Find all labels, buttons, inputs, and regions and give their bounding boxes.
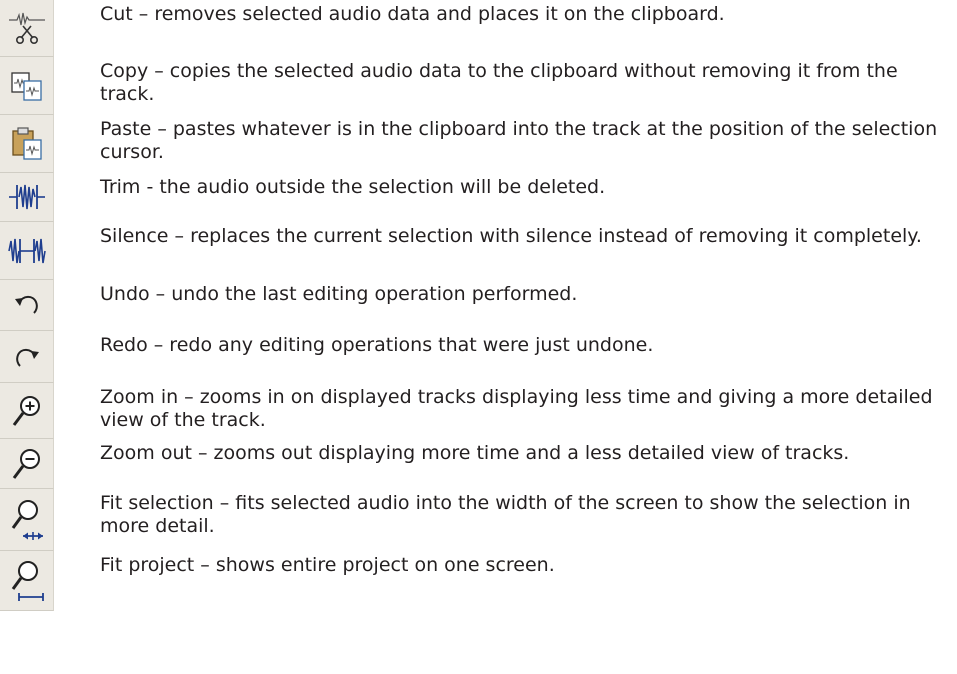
list-item: Copy – copies the selected audio data to… [0,57,957,115]
list-item: Cut – removes selected audio data and pl… [0,0,957,57]
list-item: Redo – redo any editing operations that … [0,331,957,383]
entry-description: Zoom in – zooms in on displayed tracks d… [100,386,933,431]
entry-description: Fit project – shows entire project on on… [100,554,555,576]
trim-icon [0,173,54,222]
fit-project-icon [0,551,54,611]
list-item: Undo – undo the last editing operation p… [0,280,957,331]
list-item: Fit project – shows entire project on on… [0,551,957,611]
entry-description: Silence – replaces the current selection… [100,225,922,247]
entry-description: Paste – pastes whatever is in the clipbo… [100,118,938,163]
list-item: Trim - the audio outside the selection w… [0,173,957,222]
entry-description: Undo – undo the last editing operation p… [100,283,578,305]
zoom-out-icon [0,439,54,489]
redo-icon [0,331,54,383]
cut-icon [0,0,54,57]
entry-description: Fit selection – fits selected audio into… [100,492,911,537]
entry-description: Trim - the audio outside the selection w… [100,176,606,198]
undo-icon [0,280,54,331]
entry-description: Cut – removes selected audio data and pl… [100,3,725,25]
entry-description: Redo – redo any editing operations that … [100,334,654,356]
entry-description: Zoom out – zooms out displaying more tim… [100,442,850,464]
silence-icon [0,222,54,280]
zoom-in-icon [0,383,54,439]
list-item: Zoom in – zooms in on displayed tracks d… [0,383,957,439]
list-item: Zoom out – zooms out displaying more tim… [0,439,957,489]
list-item: Fit selection – fits selected audio into… [0,489,957,551]
entry-description: Copy – copies the selected audio data to… [100,60,898,105]
copy-icon [0,57,54,115]
list-item: Paste – pastes whatever is in the clipbo… [0,115,957,173]
paste-icon [0,115,54,173]
list-item: Silence – replaces the current selection… [0,222,957,280]
fit-selection-icon [0,489,54,551]
